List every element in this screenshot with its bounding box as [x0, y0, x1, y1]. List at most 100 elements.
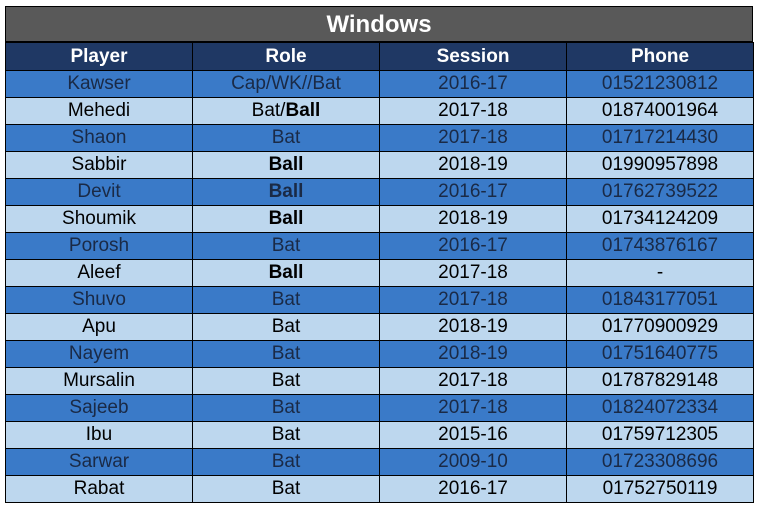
- table-title: Windows: [5, 6, 753, 42]
- cell-player[interactable]: Sajeeb: [5, 394, 193, 422]
- table-row: Shaon Bat 2017-18 01717214430: [5, 124, 754, 152]
- cell-player[interactable]: Sabbir: [5, 151, 193, 179]
- cell-phone[interactable]: 01723308696: [566, 448, 754, 476]
- table-row: Shuvo Bat 2017-18 01843177051: [5, 286, 754, 314]
- table-row: Ibu Bat 2015-16 01759712305: [5, 421, 754, 449]
- cell-role[interactable]: Ball: [192, 151, 380, 179]
- cell-session[interactable]: 2016-17: [379, 178, 567, 206]
- cell-phone[interactable]: 01762739522: [566, 178, 754, 206]
- cell-role[interactable]: Bat: [192, 313, 380, 341]
- table-row: Nayem Bat 2018-19 01751640775: [5, 340, 754, 368]
- role-text: Bat: [271, 451, 301, 472]
- column-header-session[interactable]: Session: [379, 42, 567, 71]
- role-text: Ball: [285, 100, 321, 121]
- cell-player[interactable]: Ibu: [5, 421, 193, 449]
- cell-role[interactable]: Bat: [192, 286, 380, 314]
- cell-phone[interactable]: 01787829148: [566, 367, 754, 395]
- table-row: Rabat Bat 2016-17 01752750119: [5, 475, 754, 503]
- cell-player[interactable]: Porosh: [5, 232, 193, 260]
- table-row: Apu Bat 2018-19 01770900929: [5, 313, 754, 341]
- role-text: Bat: [271, 235, 301, 256]
- cell-session[interactable]: 2017-18: [379, 97, 567, 125]
- cell-player[interactable]: Mehedi: [5, 97, 193, 125]
- table-row: Sabbir Ball 2018-19 01990957898: [5, 151, 754, 179]
- cell-phone[interactable]: 01770900929: [566, 313, 754, 341]
- role-text: Bat: [271, 397, 301, 418]
- cell-player[interactable]: Shaon: [5, 124, 193, 152]
- cell-phone[interactable]: 01759712305: [566, 421, 754, 449]
- role-text: Ball: [268, 262, 304, 283]
- cell-role[interactable]: Bat: [192, 340, 380, 368]
- cell-phone[interactable]: 01990957898: [566, 151, 754, 179]
- column-header-phone[interactable]: Phone: [566, 42, 754, 71]
- cell-session[interactable]: 2018-19: [379, 151, 567, 179]
- role-text: Bat: [271, 127, 301, 148]
- table-body: Kawser Cap/WK//Bat 2016-17 01521230812 Mehed…: [5, 70, 754, 503]
- header-row: Player Role Session Phone: [5, 42, 754, 71]
- table-row: Shoumik Ball 2018-19 01734124209: [5, 205, 754, 233]
- cell-session[interactable]: 2016-17: [379, 475, 567, 503]
- cell-role[interactable]: Cap/WK//Bat: [192, 70, 380, 98]
- cell-phone[interactable]: 01717214430: [566, 124, 754, 152]
- role-text: Bat: [271, 343, 301, 364]
- cell-role[interactable]: Ball: [192, 178, 380, 206]
- cell-session[interactable]: 2017-18: [379, 367, 567, 395]
- role-text: Bat: [271, 424, 301, 445]
- cell-role[interactable]: Bat: [192, 394, 380, 422]
- cell-player[interactable]: Aleef: [5, 259, 193, 287]
- cell-player[interactable]: Sarwar: [5, 448, 193, 476]
- cell-player[interactable]: Rabat: [5, 475, 193, 503]
- cell-session[interactable]: 2017-18: [379, 259, 567, 287]
- cell-phone[interactable]: 01752750119: [566, 475, 754, 503]
- role-text: Bat: [271, 478, 301, 499]
- table-row: Devit Ball 2016-17 01762739522: [5, 178, 754, 206]
- cell-role[interactable]: Bat: [192, 232, 380, 260]
- table-row: Aleef Ball 2017-18-: [5, 259, 754, 287]
- cell-phone[interactable]: -: [566, 259, 754, 287]
- cell-player[interactable]: Shuvo: [5, 286, 193, 314]
- cell-player[interactable]: Mursalin: [5, 367, 193, 395]
- cell-role[interactable]: Bat: [192, 367, 380, 395]
- role-text: Ball: [268, 181, 304, 202]
- cell-session[interactable]: 2017-18: [379, 286, 567, 314]
- cell-player[interactable]: Apu: [5, 313, 193, 341]
- table-row: Sajeeb Bat 2017-18 01824072334: [5, 394, 754, 422]
- cell-role[interactable]: Bat: [192, 475, 380, 503]
- cell-role[interactable]: Ball: [192, 205, 380, 233]
- cell-session[interactable]: 2016-17: [379, 70, 567, 98]
- cell-player[interactable]: Nayem: [5, 340, 193, 368]
- role-text: Cap/WK//Bat: [231, 73, 341, 94]
- column-header-player[interactable]: Player: [5, 42, 193, 71]
- cell-session[interactable]: 2018-19: [379, 313, 567, 341]
- cell-role[interactable]: Bat: [192, 421, 380, 449]
- players-table: Player Role Session Phone Kawser Cap/WK//…: [5, 42, 754, 503]
- cell-session[interactable]: 2015-16: [379, 421, 567, 449]
- cell-role[interactable]: Bat: [192, 124, 380, 152]
- table-row: Mursalin Bat 2017-18 01787829148: [5, 367, 754, 395]
- column-header-role[interactable]: Role: [192, 42, 380, 71]
- cell-session[interactable]: 2016-17: [379, 232, 567, 260]
- cell-session[interactable]: 2017-18: [379, 124, 567, 152]
- table-row: Sarwar Bat 2009-10 01723308696: [5, 448, 754, 476]
- cell-phone[interactable]: 01734124209: [566, 205, 754, 233]
- cell-role[interactable]: Bat: [192, 448, 380, 476]
- cell-phone[interactable]: 01824072334: [566, 394, 754, 422]
- cell-player[interactable]: Shoumik: [5, 205, 193, 233]
- table-row: Porosh Bat 2016-17 01743876167: [5, 232, 754, 260]
- cell-session[interactable]: 2009-10: [379, 448, 567, 476]
- cell-session[interactable]: 2017-18: [379, 394, 567, 422]
- cell-session[interactable]: 2018-19: [379, 205, 567, 233]
- cell-phone[interactable]: 01751640775: [566, 340, 754, 368]
- table-row: Kawser Cap/WK//Bat 2016-17 01521230812: [5, 70, 754, 98]
- cell-phone[interactable]: 01521230812: [566, 70, 754, 98]
- table-row: Mehedi Bat/Ball 2017-18 01874001964: [5, 97, 754, 125]
- cell-role[interactable]: Bat/Ball: [192, 97, 380, 125]
- cell-player[interactable]: Devit: [5, 178, 193, 206]
- cell-player[interactable]: Kawser: [5, 70, 193, 98]
- cell-role[interactable]: Ball: [192, 259, 380, 287]
- role-text: Bat: [271, 370, 301, 391]
- cell-phone[interactable]: 01874001964: [566, 97, 754, 125]
- cell-phone[interactable]: 01843177051: [566, 286, 754, 314]
- cell-phone[interactable]: 01743876167: [566, 232, 754, 260]
- cell-session[interactable]: 2018-19: [379, 340, 567, 368]
